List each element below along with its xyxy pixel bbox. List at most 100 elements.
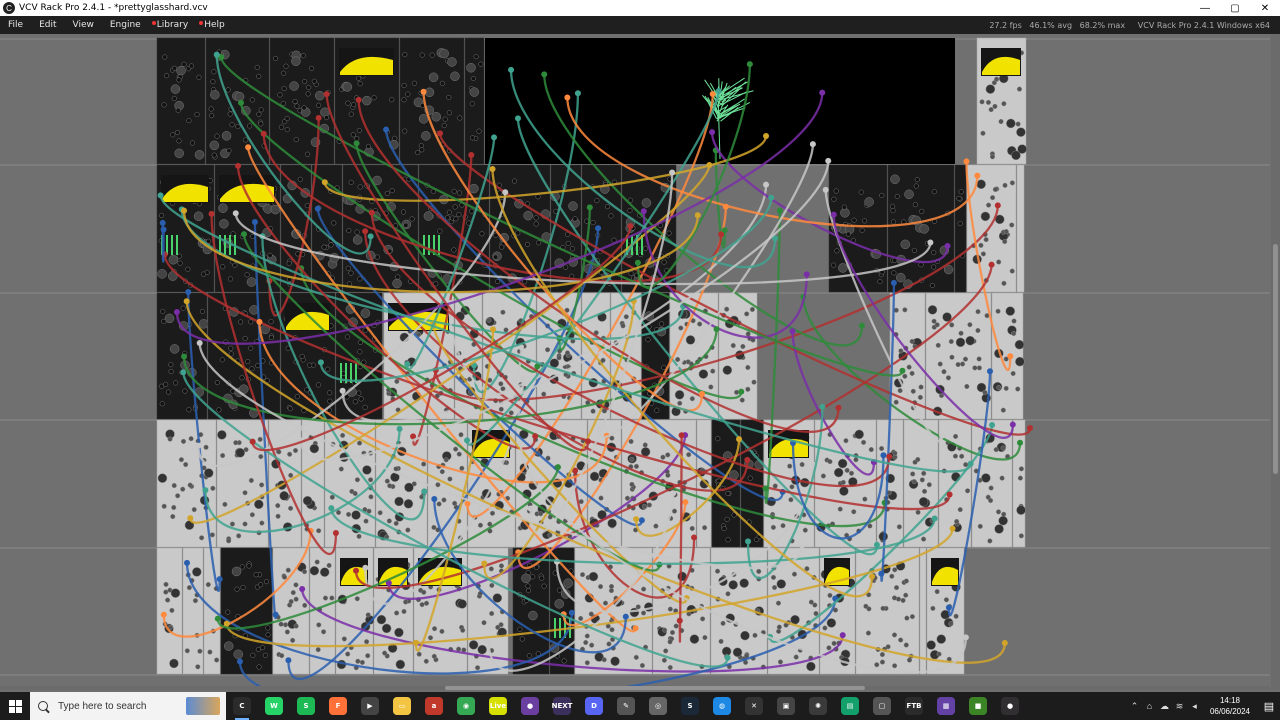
cable-plug[interactable] (803, 271, 810, 278)
cable-plug[interactable] (638, 517, 645, 524)
patch-cable[interactable] (414, 329, 495, 652)
cable-plug[interactable] (564, 94, 571, 101)
cable-plug[interactable] (362, 564, 369, 571)
cable-plug[interactable] (489, 165, 496, 172)
cable-plug[interactable] (368, 209, 375, 216)
cable-plug[interactable] (527, 505, 534, 512)
patch-cable[interactable] (566, 97, 979, 228)
cable-plug[interactable] (676, 617, 683, 624)
app-gear-icon[interactable]: ✺ (802, 692, 834, 720)
cable-plug[interactable] (595, 225, 602, 232)
horizontal-scroll-thumb[interactable] (445, 686, 865, 690)
next-app-icon[interactable]: NEXT (546, 692, 578, 720)
cable-plug[interactable] (332, 529, 339, 536)
cable-plug[interactable] (931, 515, 938, 522)
cable-plug[interactable] (181, 353, 188, 360)
cable-plug[interactable] (437, 130, 444, 137)
cable-plug[interactable] (195, 442, 202, 449)
speaker-icon[interactable]: ◂ (1187, 701, 1202, 712)
cable-plug[interactable] (404, 361, 411, 368)
chevron-up-icon[interactable]: ⌃ (1127, 701, 1142, 712)
cable-plug[interactable] (994, 202, 1001, 209)
cable-plug[interactable] (962, 634, 969, 641)
cable-plug[interactable] (485, 638, 492, 645)
cable-plug[interactable] (181, 207, 188, 214)
cable-plug[interactable] (584, 438, 591, 445)
cable-plug[interactable] (945, 604, 952, 611)
cable-plug[interactable] (353, 140, 360, 147)
cable-plug[interactable] (1026, 425, 1033, 432)
patch-cable[interactable] (238, 598, 837, 690)
window-titlebar[interactable]: C VCV Rack Pro 2.4.1 - *prettyglasshard.… (0, 0, 1280, 16)
cable-plug[interactable] (328, 505, 335, 512)
cable-plug[interactable] (1007, 353, 1014, 360)
cable-plug[interactable] (237, 99, 244, 106)
patch-cable[interactable] (824, 189, 944, 443)
cable-plug[interactable] (715, 88, 722, 95)
notification-icon[interactable]: ▤ (1258, 700, 1280, 713)
cable-plug[interactable] (317, 359, 324, 366)
app-x-icon[interactable]: ✕ (738, 692, 770, 720)
cable-plug[interactable] (256, 318, 263, 325)
cable-plug[interactable] (819, 89, 826, 96)
patch-cable[interactable] (300, 588, 844, 673)
cable-plug[interactable] (541, 71, 548, 78)
cable-plug[interactable] (669, 169, 676, 176)
cable-plug[interactable] (532, 433, 539, 440)
cable-plug[interactable] (159, 219, 166, 226)
cable-plug[interactable] (886, 453, 893, 460)
cable-plug[interactable] (944, 243, 951, 250)
cable-plug[interactable] (202, 487, 209, 494)
cable-plug[interactable] (214, 615, 221, 622)
whatsapp-icon[interactable]: W (258, 692, 290, 720)
cable-plug[interactable] (670, 490, 677, 497)
patch-cable[interactable] (947, 371, 992, 617)
cable-plug[interactable] (939, 432, 946, 439)
cable-plug[interactable] (232, 210, 239, 217)
menu-help[interactable]: Help (196, 20, 233, 30)
cable-plug[interactable] (1009, 421, 1016, 428)
obs-icon[interactable]: ● (994, 692, 1026, 720)
cable-plug[interactable] (899, 367, 906, 374)
firefox-icon[interactable]: F (322, 692, 354, 720)
app-cube-icon[interactable]: ▣ (770, 692, 802, 720)
cable-plug[interactable] (736, 436, 743, 443)
app-purple-icon[interactable]: ● (514, 692, 546, 720)
cable-plug[interactable] (586, 204, 593, 211)
cable-plug[interactable] (746, 61, 753, 68)
cable-plug[interactable] (825, 157, 832, 164)
cable-plug[interactable] (187, 515, 194, 522)
cable-plug[interactable] (353, 567, 360, 574)
cable-plug[interactable] (678, 432, 685, 439)
cable-plug[interactable] (160, 611, 167, 618)
cable-plug[interactable] (323, 91, 330, 98)
patch-cable[interactable] (768, 424, 994, 643)
cable-plug[interactable] (789, 328, 796, 335)
cable-plug[interactable] (878, 570, 885, 577)
minecraft-icon[interactable]: ■ (962, 692, 994, 720)
app-circle-icon[interactable]: ◎ (642, 692, 674, 720)
cable-plug[interactable] (157, 192, 164, 199)
cable-plug[interactable] (160, 226, 167, 233)
cable-plug[interactable] (502, 189, 509, 196)
cable-plug[interactable] (698, 390, 705, 397)
vcv-rack-icon[interactable]: C (226, 692, 258, 720)
cable-plug[interactable] (694, 212, 701, 219)
patch-cable[interactable] (162, 530, 312, 638)
cable-plug[interactable] (235, 162, 242, 169)
cable-plug[interactable] (776, 207, 783, 214)
cable-plug[interactable] (245, 144, 252, 151)
start-button[interactable] (0, 692, 30, 720)
cable-plug[interactable] (355, 96, 362, 103)
menu-view[interactable]: View (65, 20, 102, 30)
patch-cable[interactable] (330, 507, 936, 565)
horizontal-scrollbar[interactable] (0, 686, 1270, 690)
cable-plug[interactable] (839, 632, 846, 639)
menu-engine[interactable]: Engine (102, 20, 149, 30)
cable-plug[interactable] (314, 205, 321, 212)
media-player-icon[interactable]: ▶ (354, 692, 386, 720)
menu-edit[interactable]: Edit (31, 20, 64, 30)
cable-plug[interactable] (768, 194, 775, 201)
cable-plug[interactable] (974, 172, 981, 179)
cable-plug[interactable] (260, 130, 267, 137)
